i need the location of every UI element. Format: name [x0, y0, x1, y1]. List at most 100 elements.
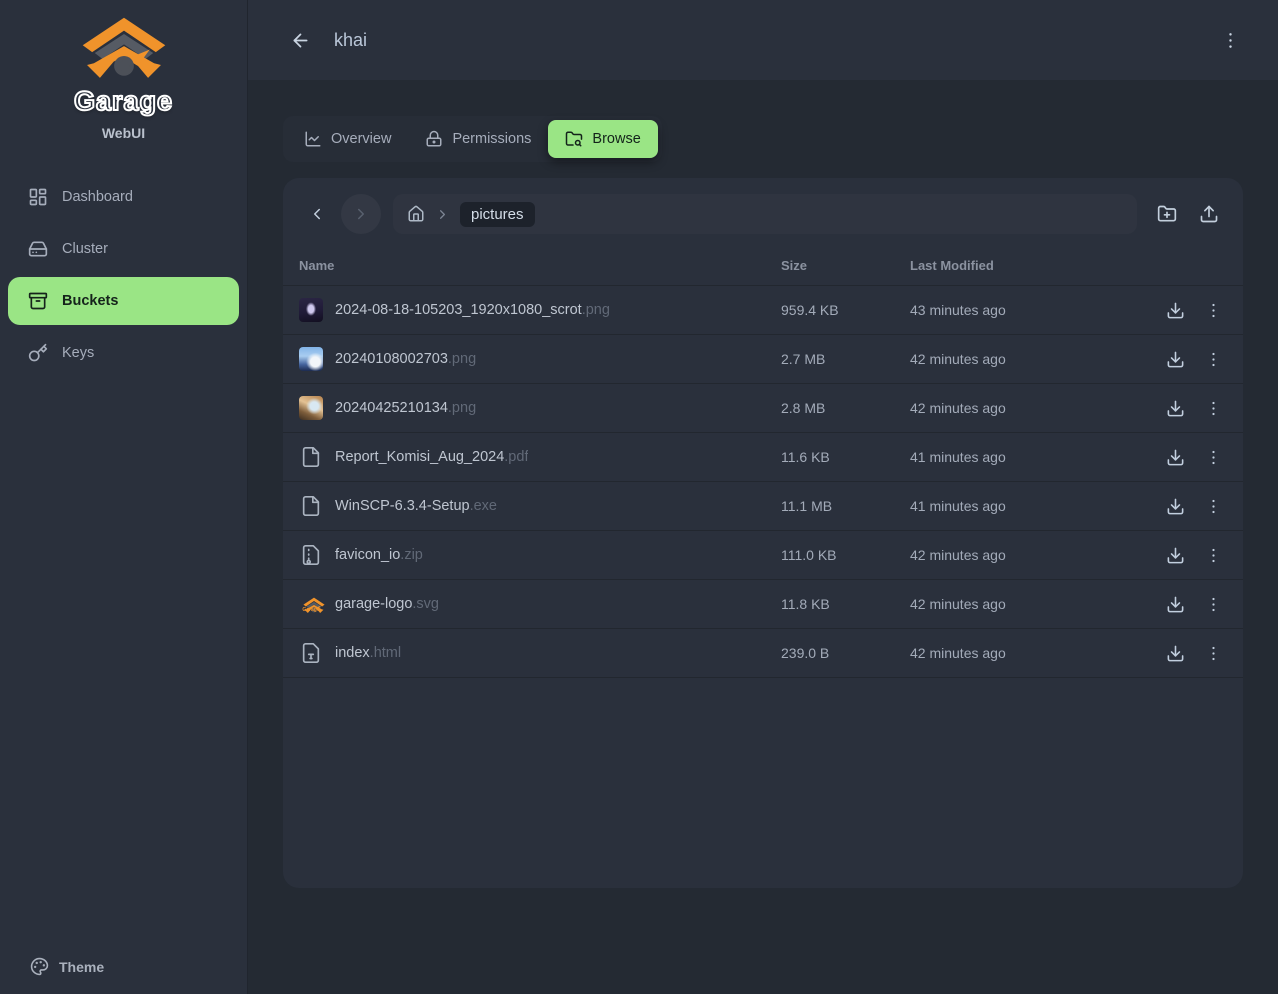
download-button[interactable] [1161, 541, 1189, 569]
download-button[interactable] [1161, 296, 1189, 324]
column-size: Size [781, 258, 910, 273]
image-thumbnail-warm [299, 396, 323, 420]
row-menu-button[interactable] [1199, 590, 1227, 618]
logo-title: Garage [74, 86, 173, 117]
palette-icon [30, 957, 49, 976]
tab-overview[interactable]: Overview [287, 120, 408, 158]
breadcrumb-folder-chip[interactable]: pictures [460, 202, 535, 227]
download-button[interactable] [1161, 492, 1189, 520]
file-size: 11.8 KB [781, 596, 910, 612]
file-modified: 41 minutes ago [910, 449, 1156, 465]
image-thumbnail-dark [299, 298, 323, 322]
file-icon [299, 445, 323, 469]
row-menu-button[interactable] [1199, 345, 1227, 373]
history-back-button[interactable] [299, 194, 335, 234]
table-row[interactable]: favicon_io.zip 111.0 KB 42 minutes ago [283, 531, 1243, 580]
download-button[interactable] [1161, 639, 1189, 667]
table-row[interactable]: WinSCP-6.3.4-Setup.exe 11.1 MB 41 minute… [283, 482, 1243, 531]
row-menu-button[interactable] [1199, 492, 1227, 520]
table-row[interactable]: Garage garage-logo.svg 11.8 KB 42 minute… [283, 580, 1243, 629]
image-thumbnail-blue [299, 347, 323, 371]
tab-permissions[interactable]: Permissions [408, 120, 548, 158]
file-icon [299, 494, 323, 518]
table-row[interactable]: 20240425210134.png 2.8 MB 42 minutes ago [283, 384, 1243, 433]
content: Overview Permissions Browse pictures Nam… [248, 80, 1278, 994]
file-table-body: 2024-08-18-105203_1920x1080_scrot.png 95… [283, 286, 1243, 678]
tab-bar: Overview Permissions Browse [283, 116, 662, 162]
browse-toolbar: pictures [283, 178, 1243, 246]
file-size: 11.1 MB [781, 498, 910, 514]
file-size: 11.6 KB [781, 449, 910, 465]
logo-subtitle: WebUI [102, 125, 145, 141]
table-row[interactable]: 20240108002703.png 2.7 MB 42 minutes ago [283, 335, 1243, 384]
file-size: 239.0 B [781, 645, 910, 661]
row-menu-button[interactable] [1199, 296, 1227, 324]
file-size: 959.4 KB [781, 302, 910, 318]
sidebar-nav: Dashboard Cluster Buckets Keys [0, 173, 247, 381]
lock-icon [425, 130, 443, 148]
row-menu-button[interactable] [1199, 443, 1227, 471]
file-name: index.html [335, 645, 401, 661]
sidebar-item-dashboard[interactable]: Dashboard [8, 173, 239, 221]
theme-button[interactable]: Theme [0, 957, 247, 976]
file-name: WinSCP-6.3.4-Setup.exe [335, 498, 497, 514]
history-forward-button[interactable] [341, 194, 381, 234]
theme-label: Theme [59, 959, 104, 975]
breadcrumb: pictures [393, 194, 1137, 234]
column-modified: Last Modified [910, 258, 1156, 273]
topbar: khai [248, 0, 1278, 80]
garage-logo-thumbnail: Garage [299, 592, 323, 616]
file-modified: 42 minutes ago [910, 351, 1156, 367]
new-folder-button[interactable] [1149, 196, 1185, 232]
file-modified: 43 minutes ago [910, 302, 1156, 318]
home-icon[interactable] [407, 205, 425, 223]
sidebar-item-cluster[interactable]: Cluster [8, 225, 239, 273]
row-menu-button[interactable] [1199, 639, 1227, 667]
file-name: garage-logo.svg [335, 596, 439, 612]
keys-icon [28, 343, 48, 363]
sidebar-item-keys[interactable]: Keys [8, 329, 239, 377]
main-area: khai Overview Permissions Browse picture… [248, 0, 1278, 994]
topbar-menu-button[interactable] [1212, 22, 1248, 58]
file-size: 2.8 MB [781, 400, 910, 416]
file-modified: 42 minutes ago [910, 596, 1156, 612]
file-name: favicon_io.zip [335, 547, 423, 563]
table-header: Name Size Last Modified [283, 246, 1243, 286]
sidebar-item-buckets[interactable]: Buckets [8, 277, 239, 325]
file-modified: 42 minutes ago [910, 400, 1156, 416]
dashboard-icon [28, 187, 48, 207]
table-row[interactable]: 2024-08-18-105203_1920x1080_scrot.png 95… [283, 286, 1243, 335]
file-modified: 42 minutes ago [910, 547, 1156, 563]
sidebar: Garage WebUI Dashboard Cluster Buckets K… [0, 0, 248, 994]
file-modified: 42 minutes ago [910, 645, 1156, 661]
download-button[interactable] [1161, 394, 1189, 422]
file-name: 20240108002703.png [335, 351, 476, 367]
file-type-icon [299, 641, 323, 665]
garage-logo-icon [81, 16, 167, 82]
file-name: 2024-08-18-105203_1920x1080_scrot.png [335, 302, 610, 318]
file-size: 111.0 KB [781, 547, 910, 563]
chart-line-icon [304, 130, 322, 148]
tab-browse[interactable]: Browse [548, 120, 657, 158]
browse-card: pictures Name Size Last Modified 2024-08… [283, 178, 1243, 888]
table-row[interactable]: Report_Komisi_Aug_2024.pdf 11.6 KB 41 mi… [283, 433, 1243, 482]
table-row[interactable]: index.html 239.0 B 42 minutes ago [283, 629, 1243, 678]
row-menu-button[interactable] [1199, 394, 1227, 422]
back-button[interactable] [282, 22, 318, 58]
buckets-icon [28, 291, 48, 311]
column-name: Name [299, 258, 781, 273]
download-button[interactable] [1161, 590, 1189, 618]
cluster-icon [28, 239, 48, 259]
page-title: khai [334, 30, 367, 51]
row-menu-button[interactable] [1199, 541, 1227, 569]
download-button[interactable] [1161, 443, 1189, 471]
file-modified: 41 minutes ago [910, 498, 1156, 514]
file-name: Report_Komisi_Aug_2024.pdf [335, 449, 528, 465]
folder-search-icon [565, 130, 583, 148]
download-button[interactable] [1161, 345, 1189, 373]
file-archive-icon [299, 543, 323, 567]
logo-block: Garage WebUI [0, 0, 247, 141]
file-name: 20240425210134.png [335, 400, 476, 416]
file-size: 2.7 MB [781, 351, 910, 367]
upload-button[interactable] [1191, 196, 1227, 232]
